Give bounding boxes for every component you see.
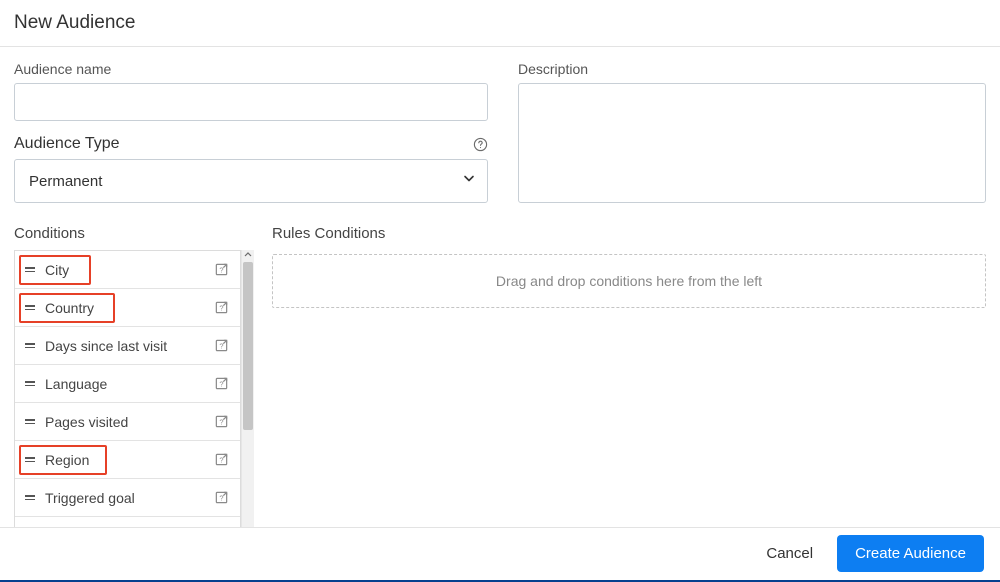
svg-text:?: ? [219,493,223,502]
condition-item[interactable]: Days since last visit? [15,327,240,365]
condition-label: Region [45,452,212,468]
popout-help-icon[interactable]: ? [212,489,230,507]
page-footer: Cancel Create Audience [0,527,1000,582]
scroll-thumb[interactable] [243,262,253,430]
description-label: Description [518,61,986,77]
drag-handle-icon[interactable] [23,343,37,348]
audience-type-label: Audience Type [14,135,120,153]
dropzone-placeholder: Drag and drop conditions here from the l… [496,273,762,289]
svg-text:?: ? [219,265,223,274]
description-textarea[interactable] [518,83,986,203]
condition-item[interactable]: Region? [15,441,240,479]
rules-label: Rules Conditions [272,225,986,242]
create-audience-button[interactable]: Create Audience [837,535,984,572]
drag-handle-icon[interactable] [23,457,37,462]
condition-label: Language [45,376,212,392]
scroll-up-icon [242,250,254,260]
audience-type-value: Permanent [29,173,102,190]
condition-label: Pages visited [45,414,212,430]
conditions-list[interactable]: City?Country?Days since last visit?Langu… [14,250,241,527]
help-icon[interactable] [472,136,488,152]
svg-text:?: ? [219,303,223,312]
popout-help-icon[interactable]: ? [212,413,230,431]
new-audience-page: New Audience Audience name Audience Type [0,0,1000,582]
drag-handle-icon[interactable] [23,419,37,424]
audience-name-label: Audience name [14,61,488,77]
scrollbar[interactable] [241,250,254,527]
svg-text:?: ? [219,455,223,464]
condition-label: Country [45,300,212,316]
condition-item[interactable]: Triggered goal? [15,479,240,517]
popout-help-icon[interactable]: ? [212,337,230,355]
audience-type-block: Audience Type Permanent [14,135,488,203]
page-header: New Audience [0,0,1000,47]
svg-text:?: ? [219,379,223,388]
condition-item[interactable]: Pages visited? [15,403,240,441]
svg-text:?: ? [219,417,223,426]
conditions-panel: Conditions City?Country?Days since last … [14,225,254,527]
cancel-button[interactable]: Cancel [762,539,817,568]
condition-item[interactable] [15,517,240,527]
svg-text:?: ? [219,341,223,350]
audience-type-label-row: Audience Type [14,135,488,153]
drag-handle-icon[interactable] [23,381,37,386]
audience-name-input[interactable] [14,83,488,121]
audience-type-select-wrap: Permanent [14,159,488,203]
condition-label: Days since last visit [45,338,212,354]
page-title: New Audience [14,12,986,34]
conditions-row: Conditions City?Country?Days since last … [14,225,986,527]
popout-help-icon[interactable]: ? [212,261,230,279]
condition-item[interactable]: Country? [15,289,240,327]
condition-item[interactable]: City? [15,251,240,289]
rules-panel: Rules Conditions Drag and drop condition… [254,225,986,527]
form-top-row: Audience name Audience Type [14,61,986,203]
form-right-column: Description [518,61,986,203]
condition-label: City [45,262,212,278]
popout-help-icon[interactable]: ? [212,375,230,393]
drag-handle-icon[interactable] [23,305,37,310]
drag-handle-icon[interactable] [23,267,37,272]
rules-dropzone[interactable]: Drag and drop conditions here from the l… [272,254,986,308]
form-left-column: Audience name Audience Type [14,61,488,203]
audience-type-select[interactable]: Permanent [14,159,488,203]
page-body: Audience name Audience Type [0,47,1000,527]
popout-help-icon[interactable]: ? [212,451,230,469]
conditions-list-container: City?Country?Days since last visit?Langu… [14,250,254,527]
conditions-label: Conditions [14,225,254,242]
popout-help-icon[interactable]: ? [212,299,230,317]
condition-item[interactable]: Language? [15,365,240,403]
drag-handle-icon[interactable] [23,495,37,500]
condition-label: Triggered goal [45,490,212,506]
